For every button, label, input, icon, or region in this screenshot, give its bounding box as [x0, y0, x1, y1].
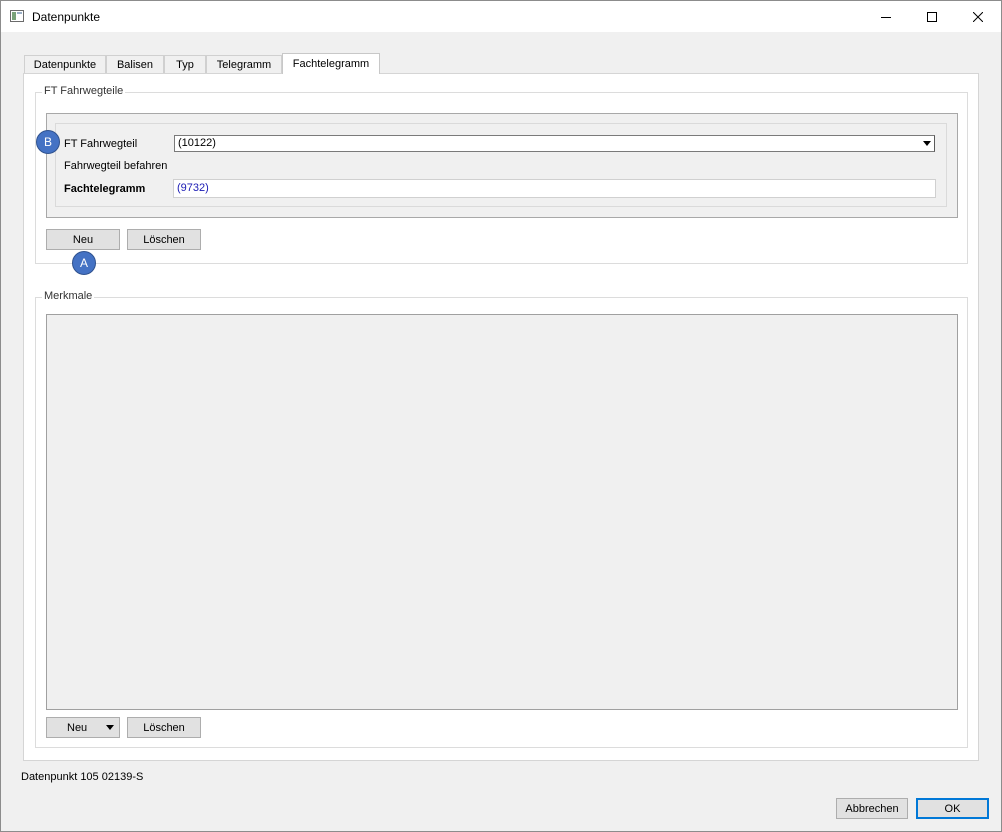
fahrwegteil-combo[interactable]: (10122)	[174, 135, 935, 152]
merkmale-list[interactable]	[46, 314, 958, 710]
merkmale-title: Merkmale	[42, 290, 95, 302]
tab-fachtelegramm[interactable]: Fachtelegramm	[282, 53, 380, 74]
dialog-window: Datenpunkte Datenpunkte Balisen Typ Tele…	[0, 0, 1002, 832]
dropdown-arrow-icon[interactable]	[106, 725, 114, 730]
window-title: Datenpunkte	[32, 10, 101, 24]
merkmale-new-label: Neu	[67, 721, 88, 734]
fachtelegramm-label: Fachtelegramm	[64, 183, 146, 195]
cancel-button[interactable]: Abbrechen	[836, 798, 908, 819]
tab-telegramm[interactable]: Telegramm	[206, 55, 282, 74]
annotation-marker-b: B	[36, 130, 60, 154]
ft-fahrwegteile-title: FT Fahrwegteile	[42, 85, 126, 97]
ft-new-button[interactable]: Neu	[46, 229, 120, 250]
status-text: Datenpunkt 105 02139-S	[21, 771, 144, 783]
merkmale-delete-button[interactable]: Löschen	[127, 717, 201, 738]
fahrwegteil-label: FT Fahrwegteil	[64, 138, 138, 150]
annotation-marker-a: A	[72, 251, 96, 275]
ft-delete-button[interactable]: Löschen	[127, 229, 201, 250]
maximize-icon	[927, 11, 937, 22]
ok-button[interactable]: OK	[916, 798, 989, 819]
tab-balisen[interactable]: Balisen	[106, 55, 164, 74]
merkmale-new-split-button[interactable]: Neu	[46, 717, 120, 738]
fachtelegramm-field[interactable]: (9732)	[173, 179, 936, 198]
fahrwegteil-combo-value: (10122)	[178, 137, 216, 149]
ft-fahrwegteil-entry: FT Fahrwegteil (10122) Fahrwegteil befah…	[55, 123, 947, 207]
app-icon	[10, 10, 24, 22]
ft-fahrwegteil-list[interactable]: FT Fahrwegteil (10122) Fahrwegteil befah…	[46, 113, 958, 218]
tab-datenpunkte[interactable]: Datenpunkte	[24, 55, 106, 74]
fahrwegteil-befahren-label: Fahrwegteil befahren	[64, 160, 168, 172]
ft-fahrwegteile-group: FT Fahrwegteile FT Fahrwegteil (10122) F…	[35, 85, 968, 264]
tab-typ[interactable]: Typ	[164, 55, 206, 74]
close-icon	[973, 11, 983, 22]
title-bar[interactable]: Datenpunkte	[1, 1, 1001, 32]
maximize-button[interactable]	[909, 1, 955, 32]
close-button[interactable]	[955, 1, 1001, 32]
merkmale-group: Merkmale Neu Löschen	[35, 290, 968, 748]
minimize-icon	[881, 16, 891, 18]
chevron-down-icon[interactable]	[919, 136, 934, 151]
tab-panel-fachtelegramm: FT Fahrwegteile FT Fahrwegteil (10122) F…	[23, 73, 979, 761]
minimize-button[interactable]	[863, 1, 909, 32]
